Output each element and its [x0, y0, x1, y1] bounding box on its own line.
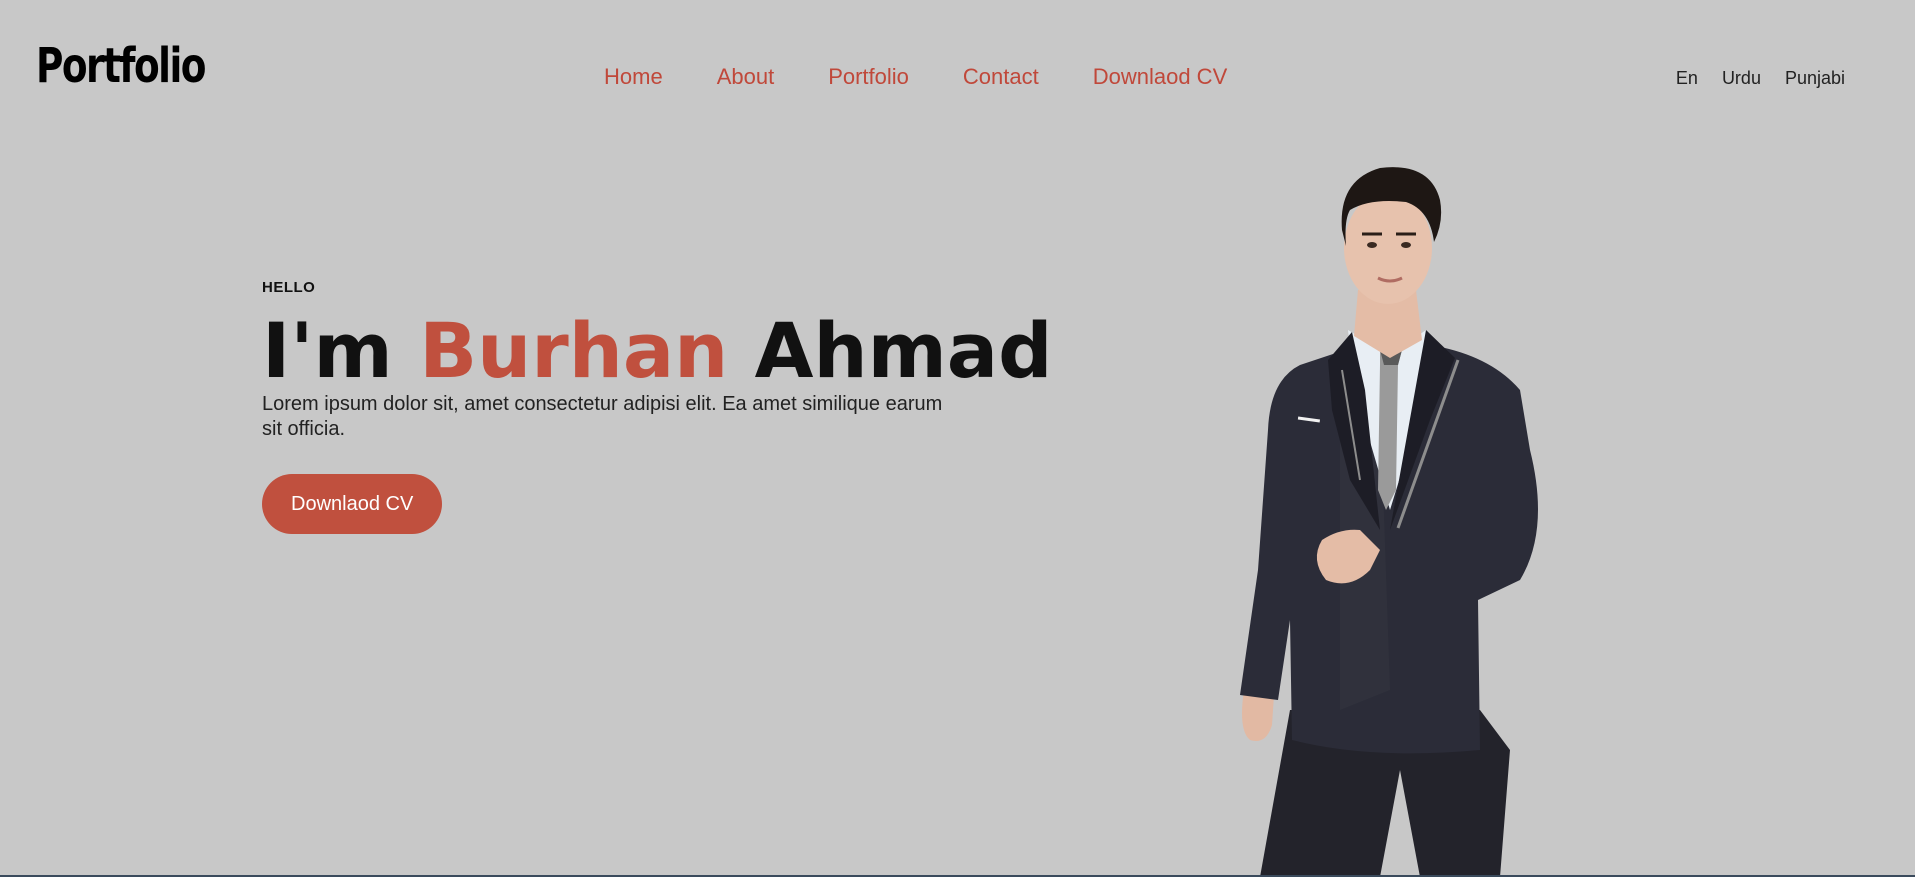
- nav-portfolio[interactable]: Portfolio: [828, 62, 909, 92]
- nav-home[interactable]: Home: [604, 62, 663, 92]
- headline-suffix: Ahmad: [728, 306, 1053, 395]
- hero-description: Lorem ipsum dolor sit, amet consectetur …: [262, 393, 943, 440]
- headline-prefix: I'm: [262, 306, 420, 395]
- language-switcher: En Urdu Punjabi: [1676, 66, 1845, 90]
- hero-section: HELLO I'm Burhan Ahmad Lorem ipsum dolor…: [262, 278, 1052, 534]
- lang-urdu[interactable]: Urdu: [1722, 66, 1761, 90]
- lang-en[interactable]: En: [1676, 66, 1698, 90]
- headline-name-accent: Burhan: [419, 306, 729, 395]
- hero-headline: I'm Burhan Ahmad: [262, 310, 1052, 392]
- nav-download-cv[interactable]: Downlaod CV: [1093, 62, 1228, 92]
- download-cv-button[interactable]: Downlaod CV: [262, 474, 443, 534]
- site-logo[interactable]: Portfolio: [36, 36, 206, 96]
- nav-contact[interactable]: Contact: [963, 62, 1039, 92]
- main-nav: Home About Portfolio Contact Downlaod CV: [604, 62, 1281, 92]
- profile-photo: [1240, 167, 1538, 877]
- lang-punjabi[interactable]: Punjabi: [1785, 66, 1845, 90]
- nav-about[interactable]: About: [717, 62, 775, 92]
- hero-eyebrow: HELLO: [262, 279, 316, 296]
- portfolio-page: Portfolio Home About Portfolio Contact D…: [0, 0, 1915, 877]
